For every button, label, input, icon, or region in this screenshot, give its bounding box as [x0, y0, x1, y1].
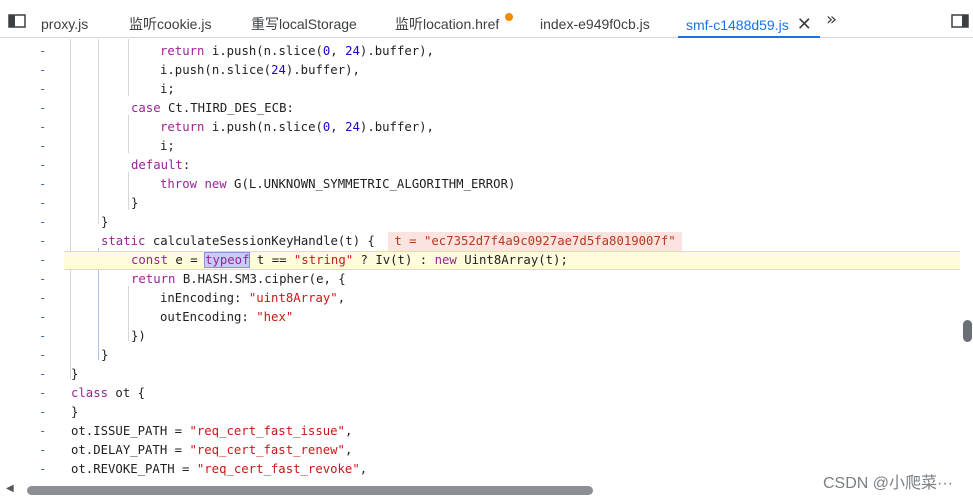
code-line: - ot.ISSUE_PATH = "req_cert_fast_issue", [39, 424, 353, 438]
code-line: - ot.REVOKE_PATH = "req_cert_fast_revoke"… [39, 462, 368, 476]
code-line: - return B.HASH.SM3.cipher(e, { [39, 272, 346, 286]
tab-smf-js[interactable]: smf-c1488d59.js ✕ [678, 0, 820, 38]
code-line: - return i.push(n.slice(0, 24).buffer), [39, 44, 434, 58]
code-line: - return i.push(n.slice(0, 24).buffer), [39, 120, 434, 134]
tab-index-js[interactable]: index-e949f0cb.js [540, 0, 650, 37]
code-line: - throw new G(L.UNKNOWN_SYMMETRIC_ALGORIT… [39, 177, 516, 191]
code-line: - outEncoding: "hex" [39, 310, 294, 324]
tab-monitor-location-href[interactable]: 监听location.href [395, 0, 514, 37]
code-line: -} [39, 215, 109, 229]
code-line: - case Ct.THIRD_DES_ECB: [39, 101, 294, 115]
vertical-scrollbar-thumb[interactable] [963, 320, 972, 342]
code-line: - ot.DELAY_PATH = "req_cert_fast_renew", [39, 443, 353, 457]
paused-code-line: - const e = typeof t == "string" ? Iv(t) … [39, 251, 960, 270]
code-line: -} [39, 348, 109, 362]
selected-token[interactable]: typeof [204, 252, 251, 268]
code-line: -} [39, 405, 79, 419]
editor-tab-bar: proxy.js 监听cookie.js 重写localStorage 监听lo… [0, 0, 973, 38]
watermark: CSDN @小爬菜··· [823, 475, 954, 492]
tab-monitor-cookie[interactable]: 监听cookie.js [129, 0, 211, 37]
more-tabs-icon[interactable]: » [826, 9, 837, 30]
horizontal-scrollbar-thumb[interactable] [27, 486, 593, 495]
tab-proxy-js[interactable]: proxy.js [41, 0, 88, 37]
code-line: - i; [39, 82, 175, 96]
scroll-left-arrow-icon[interactable]: ◀ [6, 483, 14, 494]
inline-value-badge: t = "ec7352d7f4a9c0927ae7d5fa8019007f" [388, 232, 682, 251]
code-line: -} [39, 196, 139, 210]
toggle-debugger-sidebar-icon[interactable] [951, 13, 969, 28]
code-line: - i.push(n.slice(24).buffer), [39, 63, 360, 77]
vertical-scrollbar[interactable] [961, 39, 973, 483]
toggle-navigator-icon[interactable] [8, 13, 26, 28]
code-line: - i; [39, 139, 175, 153]
unsaved-dot-icon [505, 13, 514, 22]
code-line: - class ot { [39, 386, 146, 400]
code-line: - default: [39, 158, 191, 172]
code-line: - inEncoding: "uint8Array", [39, 291, 346, 305]
code-line: - static calculateSessionKeyHandle(t) { t… [0, 232, 960, 251]
tab-rewrite-localstorage[interactable]: 重写localStorage [251, 0, 357, 37]
code-line: -} [39, 367, 79, 381]
code-editor[interactable]: - return i.push(n.slice(0, 24).buffer), -… [0, 39, 960, 483]
code-line: -}) [39, 329, 146, 343]
